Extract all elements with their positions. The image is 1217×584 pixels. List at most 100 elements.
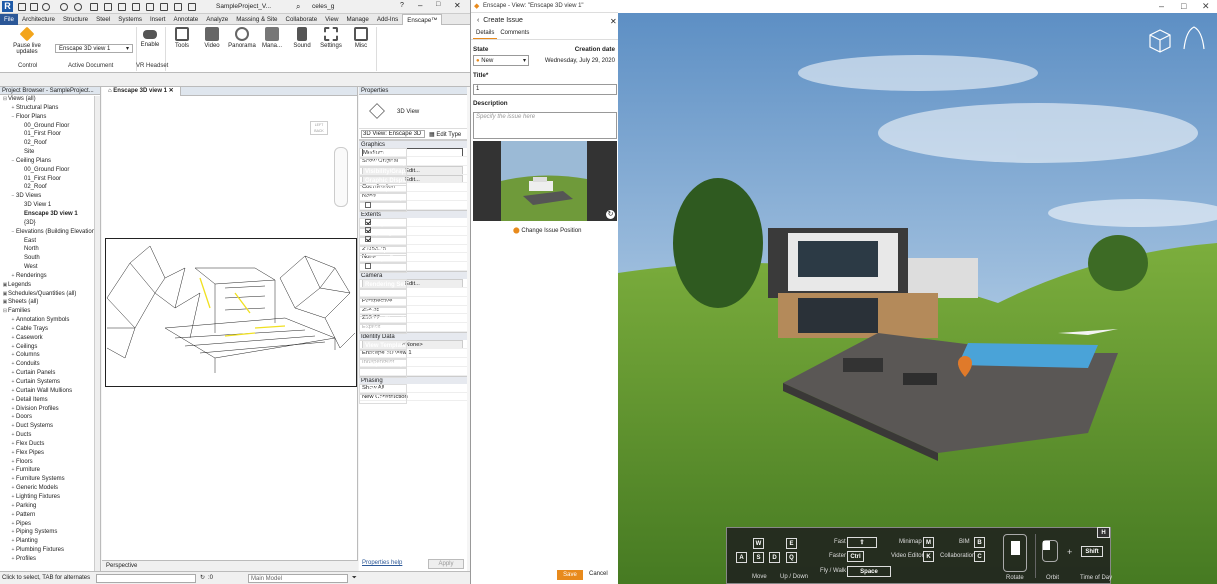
tab-file[interactable]: File	[0, 13, 18, 25]
type-selector[interactable]: 3D View	[359, 95, 467, 129]
edit-type-button[interactable]: ▦ Edit Type	[429, 131, 461, 138]
view-tab-enscape-3d[interactable]: ⌂ Enscape 3D view 1 ✕	[102, 87, 181, 96]
tree-item[interactable]: East	[0, 237, 100, 246]
help-icon[interactable]: ?	[400, 2, 404, 9]
settings-button[interactable]: Settings	[318, 27, 344, 49]
save-button[interactable]: Save	[557, 570, 583, 580]
key-c[interactable]: C	[974, 551, 985, 562]
instance-selector[interactable]: 3D View: Enscape 3D	[361, 130, 425, 138]
tree-item[interactable]: + Generic Models	[0, 484, 100, 493]
tab-insert[interactable]: Insert	[146, 14, 169, 25]
close-icon[interactable]: ✕	[1202, 1, 1210, 12]
tree-item[interactable]: + Furniture Systems	[0, 475, 100, 484]
title-input[interactable]: 1	[473, 84, 617, 95]
tree-item[interactable]: + Pipes	[0, 520, 100, 529]
refresh-screenshot-icon[interactable]: ↻	[606, 210, 615, 219]
3d-view-icon[interactable]	[132, 3, 140, 11]
maximize-icon[interactable]: □	[1181, 1, 1186, 11]
tree-item[interactable]: + Structural Plans	[0, 104, 100, 113]
tree-item[interactable]: + Curtain Wall Mullions	[0, 387, 100, 396]
tree-item[interactable]: + Pattern	[0, 511, 100, 520]
view-cube[interactable]: LEFT BACK	[310, 121, 328, 135]
view-control-bar[interactable]: Perspective	[102, 560, 358, 571]
tree-item[interactable]: + Parking	[0, 502, 100, 511]
tab-systems[interactable]: Systems	[114, 14, 146, 25]
pause-live-updates-button[interactable]: Pause live updates	[2, 26, 52, 55]
key-q[interactable]: Q	[786, 552, 797, 563]
open-icon[interactable]	[18, 3, 26, 11]
tab-steel[interactable]: Steel	[92, 14, 114, 25]
tree-item[interactable]: 02_Roof	[0, 139, 100, 148]
tab-manage[interactable]: Manage	[342, 14, 372, 25]
measure-icon[interactable]	[104, 3, 112, 11]
tree-item[interactable]: 00_Ground Floor	[0, 166, 100, 175]
tools-button[interactable]: Tools	[170, 27, 194, 49]
tree-item[interactable]: North	[0, 245, 100, 254]
panorama-button[interactable]: Panorama	[228, 27, 256, 49]
undo-icon[interactable]	[60, 3, 68, 11]
switch-windows-icon[interactable]	[188, 3, 196, 11]
sync-icon[interactable]	[42, 3, 50, 11]
tree-item[interactable]: + Ceilings	[0, 343, 100, 352]
key-a[interactable]: A	[736, 552, 747, 563]
tab-architecture[interactable]: Architecture	[18, 14, 59, 25]
search-icon[interactable]: ⌕	[296, 2, 300, 12]
key-space[interactable]: Space	[847, 566, 891, 577]
tree-item[interactable]: −3D Views	[0, 192, 100, 201]
browser-scrollbar[interactable]	[94, 96, 100, 571]
tree-item[interactable]: + Doors	[0, 413, 100, 422]
change-issue-position-button[interactable]: ⬤ Change Issue Position	[513, 227, 581, 234]
tab-annotate[interactable]: Annotate	[169, 14, 202, 25]
minimize-icon[interactable]: –	[1159, 1, 1164, 11]
tree-item[interactable]: + Division Profiles	[0, 405, 100, 414]
tree-item[interactable]: South	[0, 254, 100, 263]
tree-item[interactable]: + Piping Systems	[0, 528, 100, 537]
tree-item[interactable]: + Detail Items	[0, 396, 100, 405]
tree-item[interactable]: ⊟Families	[0, 307, 100, 316]
tree-item[interactable]: + Annotation Symbols	[0, 316, 100, 325]
key-w[interactable]: W	[753, 538, 764, 549]
apply-button[interactable]: Apply	[428, 559, 464, 569]
tab-enscape[interactable]: Enscape™	[402, 13, 443, 25]
sync-icon[interactable]: ↻	[200, 572, 205, 584]
tree-item[interactable]: + Planting	[0, 537, 100, 546]
property-checkbox[interactable]	[365, 218, 371, 225]
tree-item[interactable]: ▣Legends	[0, 281, 100, 290]
user-name[interactable]: celes_g	[312, 3, 334, 10]
tree-item[interactable]: − Elevations (Building Elevation)	[0, 228, 100, 237]
key-shift[interactable]: Shift	[1081, 546, 1103, 557]
video-button[interactable]: Video	[200, 27, 224, 49]
tree-item[interactable]: {3D}	[0, 219, 100, 228]
tree-item[interactable]: + Profiles	[0, 555, 100, 564]
tab-analyze[interactable]: Analyze	[202, 14, 232, 25]
key-b[interactable]: B	[974, 537, 985, 548]
tree-item[interactable]: + Renderings	[0, 272, 100, 281]
tree-item[interactable]: + Casework	[0, 334, 100, 343]
tree-item[interactable]: − Ceiling Plans	[0, 157, 100, 166]
tree-item[interactable]: + Curtain Systems	[0, 378, 100, 387]
tab-structure[interactable]: Structure	[59, 14, 92, 25]
tree-item[interactable]: 01_First Floor	[0, 130, 100, 139]
redo-icon[interactable]	[74, 3, 82, 11]
maximize-icon[interactable]: □	[436, 1, 440, 8]
cancel-button[interactable]: Cancel	[589, 571, 608, 577]
tree-item[interactable]: + Ducts	[0, 431, 100, 440]
key-s[interactable]: S	[753, 552, 764, 563]
tree-item[interactable]: ▣Sheets (all)	[0, 298, 100, 307]
back-arrow-icon[interactable]: ‹	[477, 17, 479, 24]
misc-button[interactable]: Misc	[350, 27, 372, 49]
tree-item[interactable]: + Floors	[0, 458, 100, 467]
close-icon[interactable]: ✕	[454, 1, 461, 10]
property-group-header[interactable]: Graphics	[359, 140, 467, 149]
tree-item[interactable]: 00_Ground Floor	[0, 122, 100, 131]
property-checkbox[interactable]	[365, 236, 371, 243]
tree-item[interactable]: + Cable Trays	[0, 325, 100, 334]
key-m[interactable]: M	[923, 537, 934, 548]
property-checkbox[interactable]	[365, 262, 371, 269]
state-select[interactable]: ● New ▾	[473, 55, 529, 66]
tree-item[interactable]: + Conduits	[0, 360, 100, 369]
workset-select[interactable]	[96, 574, 196, 583]
property-checkbox[interactable]	[365, 227, 371, 234]
enscape-render-viewport[interactable]	[618, 13, 1217, 584]
description-textarea[interactable]: Specify the issue here	[473, 112, 617, 139]
